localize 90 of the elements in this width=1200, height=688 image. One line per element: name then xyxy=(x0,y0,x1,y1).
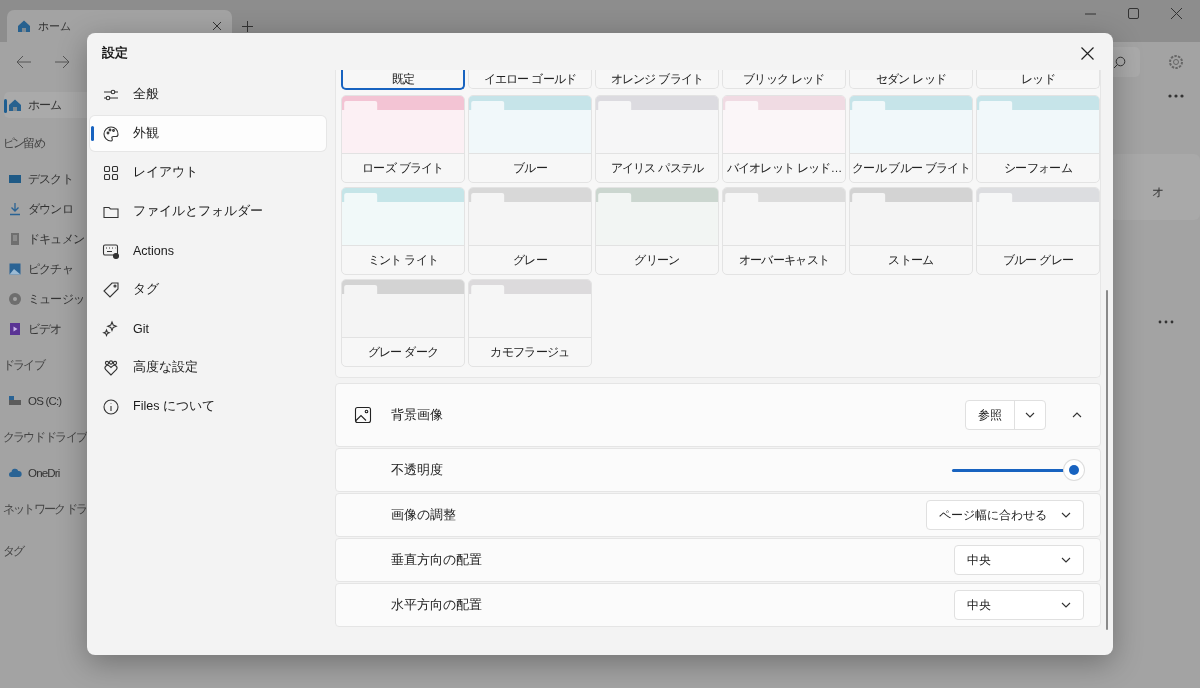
chevron-icon xyxy=(1072,412,1082,418)
monitor-icon xyxy=(8,172,22,186)
theme-card[interactable]: バイオレット レッド… xyxy=(722,95,846,183)
scrollbar[interactable] xyxy=(1106,290,1108,630)
setting-label: 垂直方向の配置 xyxy=(391,551,483,569)
more-icon[interactable] xyxy=(1158,320,1174,324)
cloud-icon xyxy=(8,466,22,480)
caret-icon xyxy=(1025,412,1035,418)
home-icon xyxy=(17,19,31,33)
hearts-icon xyxy=(102,358,120,377)
nav-item[interactable]: 外観 xyxy=(90,116,326,151)
drive-icon xyxy=(8,394,22,408)
theme-card[interactable]: ブリック レッド xyxy=(722,70,846,89)
section-header: ネットワーク ドラ xyxy=(3,501,86,517)
section-header: ピン留め xyxy=(3,135,44,151)
nav-item[interactable]: Actions xyxy=(90,233,326,268)
theme-card[interactable]: ストーム xyxy=(849,187,973,275)
nav-item[interactable]: レイアウト xyxy=(90,155,326,190)
setting-label: 画像の調整 xyxy=(391,506,457,524)
dropdown[interactable]: 中央 xyxy=(954,590,1084,620)
theme-card[interactable]: 既定 xyxy=(341,70,465,90)
keyboard-gear-icon xyxy=(102,241,120,260)
theme-card[interactable]: グリーン xyxy=(595,187,719,275)
section-header: タグ xyxy=(3,543,24,559)
settings-icon[interactable] xyxy=(1168,54,1184,70)
dialog-title: 設定 xyxy=(102,44,129,62)
back-arrow-icon[interactable] xyxy=(16,55,32,69)
sparkle-icon xyxy=(102,319,120,338)
theme-card[interactable]: セダン レッド xyxy=(849,70,973,89)
theme-card[interactable]: シーフォーム xyxy=(976,95,1100,183)
nav-item[interactable]: 全般 xyxy=(90,77,326,112)
section-header: クラウド ドライブ xyxy=(3,429,86,445)
dropdown[interactable]: ページ幅に合わせる xyxy=(926,500,1084,530)
grid-icon xyxy=(102,163,120,182)
theme-card[interactable]: クール ブルー ブライト xyxy=(849,95,973,183)
film-icon xyxy=(8,322,22,336)
caret-icon xyxy=(1061,512,1071,518)
theme-card[interactable]: オーバーキャスト xyxy=(722,187,846,275)
close-icon[interactable] xyxy=(212,21,222,31)
theme-card[interactable]: イエロー ゴールド xyxy=(468,70,592,89)
theme-card[interactable]: ローズ ブライト xyxy=(341,95,465,183)
sidebar-item[interactable]: ミュージッ xyxy=(4,284,84,314)
collapse-button[interactable] xyxy=(1072,412,1082,418)
browse-button[interactable]: 参照 xyxy=(966,401,1014,429)
setting-label: 背景画像 xyxy=(391,406,444,424)
sidebar-item[interactable]: OneDri xyxy=(4,458,60,488)
close-icon[interactable] xyxy=(1171,8,1182,19)
theme-card[interactable]: ブルー xyxy=(468,95,592,183)
document-icon xyxy=(8,232,22,246)
theme-card[interactable]: ミント ライト xyxy=(341,187,465,275)
close-icon xyxy=(1080,46,1094,60)
palette-icon xyxy=(102,124,120,143)
nav-item[interactable]: タグ xyxy=(90,272,326,307)
more-icon[interactable] xyxy=(1168,94,1184,98)
theme-card[interactable]: カモフラージュ xyxy=(468,279,592,367)
download-icon xyxy=(8,202,22,216)
theme-card[interactable]: ブルー グレー xyxy=(976,187,1100,275)
theme-card[interactable]: オレンジ ブライト xyxy=(595,70,719,89)
nav-item[interactable]: Files について xyxy=(90,389,326,424)
sidebar-item[interactable]: ビデオ xyxy=(4,314,62,344)
info-icon xyxy=(102,397,120,416)
forward-arrow-icon[interactable] xyxy=(54,55,70,69)
theme-card[interactable]: レッド xyxy=(976,70,1100,89)
nav-item[interactable]: Git xyxy=(90,311,326,346)
nav-item[interactable]: ファイルとフォルダー xyxy=(90,194,326,229)
theme-card[interactable]: アイリス パステル xyxy=(595,95,719,183)
home-icon xyxy=(8,98,22,112)
sidebar-item[interactable]: OS (C:) xyxy=(4,386,62,416)
nav-item[interactable]: 高度な設定 xyxy=(90,350,326,385)
dropdown[interactable]: 中央 xyxy=(954,545,1084,575)
image-icon xyxy=(354,406,372,424)
setting-label: 水平方向の配置 xyxy=(391,596,483,614)
setting-label: 不透明度 xyxy=(391,461,444,479)
caret-icon xyxy=(1061,602,1071,608)
sidebar-item[interactable]: ドキュメン xyxy=(4,224,84,254)
disc-icon xyxy=(8,292,22,306)
search-icon xyxy=(1112,55,1126,69)
theme-card[interactable]: グレー ダーク xyxy=(341,279,465,367)
sidebar-item[interactable]: デスクト xyxy=(4,164,73,194)
theme-card[interactable]: グレー xyxy=(468,187,592,275)
maximize-icon[interactable] xyxy=(1128,8,1139,19)
plus-icon[interactable] xyxy=(242,21,253,32)
sidebar-item[interactable]: ピクチャ xyxy=(4,254,73,284)
picture-icon xyxy=(8,262,22,276)
caret-icon xyxy=(1061,557,1071,563)
tag-icon xyxy=(102,280,120,299)
opacity-slider[interactable] xyxy=(952,460,1084,480)
section-header: ドライブ xyxy=(3,357,44,373)
folder-card[interactable]: オ xyxy=(1110,154,1200,220)
sidebar-item[interactable]: ダウンロ xyxy=(4,194,73,224)
